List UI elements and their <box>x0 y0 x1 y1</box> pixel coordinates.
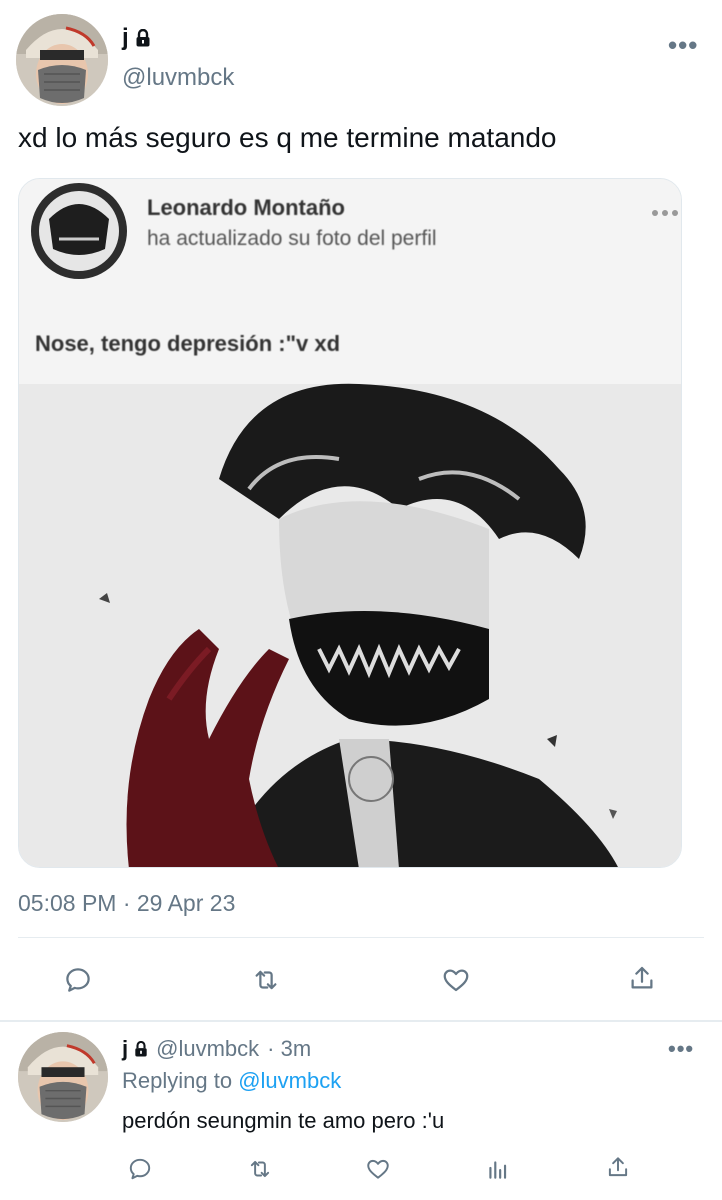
retweet-icon <box>255 970 277 990</box>
reply-retweet-button[interactable] <box>240 1152 280 1186</box>
reply-handle[interactable]: @luvmbck <box>156 1036 259 1062</box>
reply-icon <box>66 968 90 992</box>
media-caption: Nose, tengo depresión :"v xd <box>35 331 341 356</box>
replying-to-prefix: Replying to <box>122 1068 233 1093</box>
reply-button[interactable] <box>56 960 100 1000</box>
divider <box>18 937 704 938</box>
share-icon <box>608 1157 628 1177</box>
reply-more-options-icon[interactable]: ••• <box>668 1036 694 1062</box>
like-icon <box>367 1159 389 1179</box>
avatar[interactable] <box>16 14 108 106</box>
reply-avatar[interactable] <box>18 1032 108 1122</box>
tweet-text: xd lo más seguro es q me termine matando <box>18 122 557 153</box>
reply-header: j @luvmbck · 3m <box>122 1036 311 1062</box>
reply-like-button[interactable] <box>358 1152 398 1186</box>
lock-icon <box>136 29 150 47</box>
retweet-button[interactable] <box>244 960 288 1000</box>
share-button[interactable] <box>620 958 664 998</box>
lock-icon <box>135 1041 147 1057</box>
reply-display-name[interactable]: j <box>122 1036 148 1062</box>
section-divider <box>0 1020 722 1022</box>
media-poster-action: ha actualizado su foto del perfil <box>147 227 437 250</box>
reply-analytics-button[interactable] <box>478 1152 518 1186</box>
reply-share-button[interactable] <box>598 1150 638 1184</box>
like-icon <box>443 969 469 992</box>
reply-icon <box>129 1158 151 1180</box>
more-options-icon[interactable]: ••• <box>668 30 698 61</box>
share-icon <box>631 966 653 989</box>
like-button[interactable] <box>434 960 478 1000</box>
retweet-icon <box>250 1160 270 1178</box>
media-illustration <box>19 179 681 867</box>
handle[interactable]: @luvmbck <box>122 64 234 92</box>
media-poster-name: Leonardo Montaño <box>147 195 345 220</box>
avatar-image <box>16 14 108 106</box>
tweet-timestamp[interactable]: 05:08 PM · 29 Apr 23 <box>18 890 235 917</box>
reply-reply-button[interactable] <box>120 1152 160 1186</box>
display-name-text: j <box>122 24 129 51</box>
replying-to-handle[interactable]: @luvmbck <box>238 1068 341 1093</box>
replying-to: Replying to @luvmbck <box>122 1068 341 1094</box>
reply-avatar-image <box>18 1032 108 1122</box>
reply-text: perdón seungmin te amo pero :'u <box>122 1108 445 1133</box>
reply-age: · 3m <box>267 1036 312 1061</box>
display-name[interactable]: j <box>122 24 151 52</box>
analytics-icon <box>489 1161 507 1179</box>
reply-display-name-text: j <box>122 1036 129 1061</box>
tweet-media[interactable]: Leonardo Montaño ha actualizado su foto … <box>18 178 682 868</box>
